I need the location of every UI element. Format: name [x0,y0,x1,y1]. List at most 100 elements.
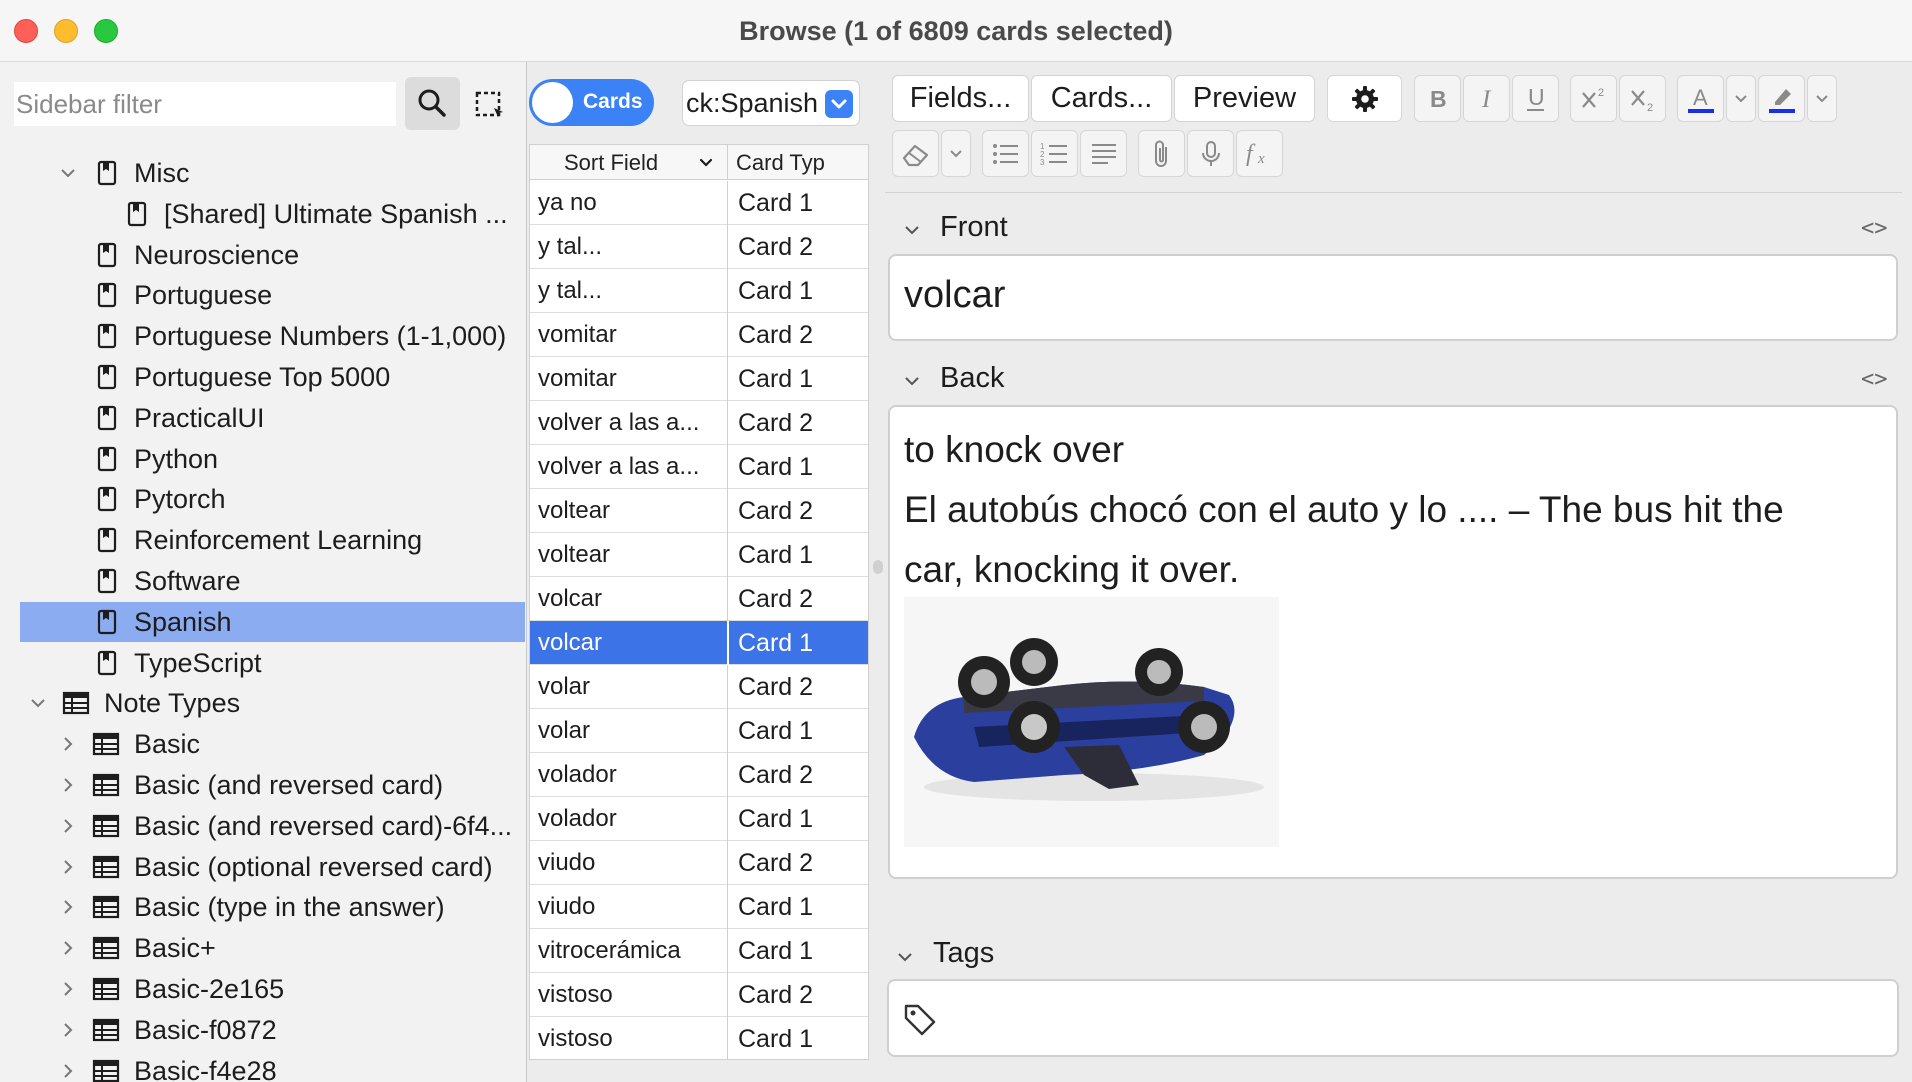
column-separator[interactable] [727,145,728,180]
chevron-right-icon[interactable] [58,1061,78,1081]
pane-splitter-handle[interactable] [873,560,883,574]
card-type-cell: Card 1 [738,937,814,965]
ordered-list-button[interactable]: 123 [1031,130,1078,177]
sidebar-item[interactable]: Basic [20,724,525,764]
unordered-list-button[interactable] [982,130,1029,177]
text-color-dropdown[interactable] [1726,75,1756,122]
sidebar-item[interactable]: Reinforcement Learning [20,520,525,560]
sidebar-item[interactable]: Software [20,561,525,601]
sidebar-item[interactable]: Portuguese [20,275,525,315]
table-row[interactable]: volver a las a... Card 1 [530,445,868,489]
chevron-right-icon[interactable] [58,1020,78,1040]
chevron-right-icon[interactable] [58,816,78,836]
sidebar-item[interactable]: Python [20,439,525,479]
column-header-sort-field[interactable]: Sort Field [564,150,658,176]
sidebar-item[interactable]: Basic (and reversed card)-6f4... [20,806,525,846]
chevron-right-icon[interactable] [58,734,78,754]
table-row[interactable]: voltear Card 2 [530,489,868,533]
tags-editor[interactable] [887,979,1899,1057]
back-collapse-chevron-icon[interactable] [902,371,922,391]
sidebar-item[interactable]: Basic (optional reversed card) [20,847,525,887]
highlight-color-dropdown[interactable] [1807,75,1837,122]
sidebar-item[interactable]: TypeScript [20,643,525,683]
sidebar-item[interactable]: Note Types [20,683,525,723]
sidebar-item[interactable]: Basic-f4e28 [20,1051,525,1082]
chevron-right-icon[interactable] [58,979,78,999]
front-collapse-chevron-icon[interactable] [902,220,922,240]
sort-chevron-icon[interactable] [698,156,714,170]
table-row[interactable]: volcar Card 2 [530,577,868,621]
back-html-editor-toggle[interactable]: <> [1861,367,1888,392]
sidebar-item[interactable]: Basic-f0872 [20,1010,525,1050]
sort-field-cell: volador [538,805,617,832]
settings-button[interactable] [1327,75,1402,122]
highlight-color-button[interactable] [1758,75,1805,122]
alignment-button[interactable] [1080,130,1127,177]
select-mode-button[interactable] [474,88,506,120]
table-row[interactable]: viudo Card 2 [530,841,868,885]
clear-formatting-dropdown[interactable] [941,130,971,177]
table-row[interactable]: vomitar Card 2 [530,313,868,357]
table-row[interactable]: volador Card 2 [530,753,868,797]
cards-notes-toggle[interactable]: Cards [529,79,654,126]
sidebar-item[interactable]: PracticalUI [20,398,525,438]
underline-button[interactable]: U [1512,75,1559,122]
chevron-down-icon[interactable] [58,163,78,183]
subscript-button[interactable]: 2 [1619,75,1666,122]
preview-button[interactable]: Preview [1174,75,1315,122]
chevron-right-icon[interactable] [58,775,78,795]
sidebar-item[interactable]: Basic+ [20,928,525,968]
math-button[interactable]: fx [1236,130,1283,177]
table-row[interactable]: vitrocerámica Card 1 [530,929,868,973]
table-row[interactable]: ya no Card 1 [530,181,868,225]
table-row[interactable]: volador Card 1 [530,797,868,841]
chevron-right-icon[interactable] [58,897,78,917]
sidebar-item[interactable]: Portuguese Numbers (1-1,000) [20,316,525,356]
italic-button[interactable]: I [1463,75,1510,122]
deck-icon [94,282,120,308]
table-row[interactable]: volar Card 1 [530,709,868,753]
attach-media-button[interactable] [1138,130,1185,177]
tags-collapse-chevron-icon[interactable] [895,947,915,967]
record-audio-button[interactable] [1187,130,1234,177]
sidebar-item[interactable]: Pytorch [20,479,525,519]
table-row[interactable]: y tal... Card 1 [530,269,868,313]
sidebar-item[interactable]: Misc [20,153,525,193]
sidebar-filter-input[interactable] [14,82,396,126]
table-row[interactable]: vistoso Card 2 [530,973,868,1017]
back-field-editor[interactable]: to knock over El autobús chocó con el au… [888,405,1898,879]
sidebar-item-label: Basic (and reversed card) [134,770,444,800]
table-row[interactable]: y tal... Card 2 [530,225,868,269]
sidebar-search-button[interactable] [405,77,460,130]
front-field-editor[interactable]: volcar [888,254,1898,341]
sidebar-item[interactable]: Neuroscience [20,235,525,275]
sidebar-item[interactable]: Basic (type in the answer) [20,887,525,927]
table-row[interactable]: vomitar Card 1 [530,357,868,401]
search-query-dropdown-button[interactable] [825,90,853,118]
superscript-button[interactable]: 2 [1570,75,1617,122]
front-html-editor-toggle[interactable]: <> [1861,216,1888,241]
fields-button[interactable]: Fields... [892,75,1029,122]
table-row[interactable]: voltear Card 1 [530,533,868,577]
chevron-right-icon[interactable] [58,938,78,958]
sidebar-item[interactable]: Basic-2e165 [20,969,525,1009]
sidebar-item[interactable]: Spanish [20,601,525,642]
sidebar-item[interactable]: Basic (and reversed card) [20,765,525,805]
chevron-right-icon[interactable] [58,857,78,877]
chevron-down-icon[interactable] [28,693,48,713]
table-row[interactable]: volver a las a... Card 2 [530,401,868,445]
table-row[interactable]: volar Card 2 [530,665,868,709]
text-color-button[interactable]: A [1677,75,1724,122]
table-row[interactable]: viudo Card 1 [530,885,868,929]
column-header-card-type[interactable]: Card Typ [736,150,825,176]
svg-text:f: f [1246,141,1256,167]
sidebar-item[interactable]: Portuguese Top 5000 [20,357,525,397]
sidebar-item[interactable]: [Shared] Ultimate Spanish ... [20,194,525,234]
search-query-select[interactable]: ck:Spanish [682,80,860,126]
cards-button[interactable]: Cards... [1031,75,1172,122]
clear-formatting-button[interactable] [892,130,939,177]
bold-button[interactable]: B [1414,75,1461,122]
svg-text:2: 2 [1598,87,1604,99]
table-row[interactable]: volcar Card 1 [530,621,868,665]
table-row[interactable]: vistoso Card 1 [530,1017,868,1059]
